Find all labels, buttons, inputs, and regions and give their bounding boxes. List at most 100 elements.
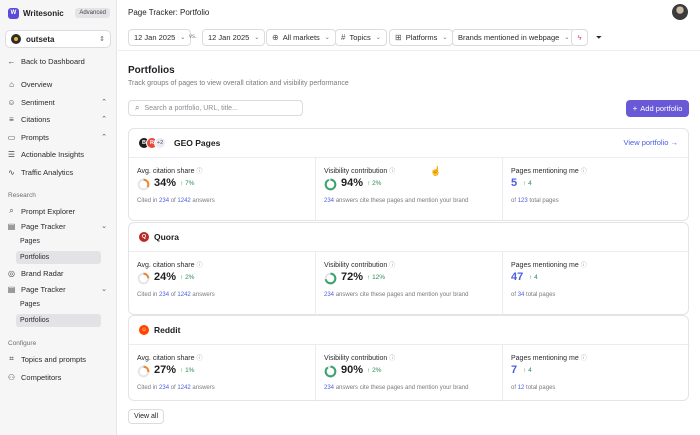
chevron-up-icon: ⌃ — [101, 99, 107, 106]
sidebar-item-page-tracker-2[interactable]: ▤ Page Tracker ⌄ — [5, 282, 111, 296]
globe-icon: ⊕ — [272, 33, 279, 42]
metric-citation-share: Avg. citation share ⓘ 27% ↑ 1% Cited in 2… — [129, 345, 316, 401]
page-subtitle: Track groups of pages to view overall ci… — [128, 80, 349, 87]
metric-delta: ↑ 1% — [180, 367, 195, 374]
reddit-logo-icon: ☺ — [138, 324, 150, 336]
metric-citation-share: Avg. citation share ⓘ 24% ↑ 2% Cited in 2… — [129, 252, 316, 315]
metric-footnote: of 34 total pages — [511, 292, 556, 298]
card-header: ☺ Reddit — [129, 316, 690, 345]
metric-footnote: 234 answers cite these pages and mention… — [324, 292, 469, 298]
plus-icon: + — [632, 104, 638, 113]
sidebar-item-page-tracker[interactable]: ▤ Page Tracker ⌄ — [5, 219, 111, 233]
metric-label: Pages mentioning me ⓘ — [511, 355, 587, 362]
page-title: Portfolios — [128, 65, 175, 76]
metric-value: 27% — [154, 364, 177, 376]
bolt-button[interactable]: ϟ — [571, 29, 588, 46]
sidebar-subitem-portfolios[interactable]: Portfolios — [16, 251, 101, 264]
sidebar-item-citations[interactable]: ≡ Citations ⌃ — [5, 112, 111, 126]
workspace-switcher[interactable]: outseta ⇕ — [5, 30, 111, 48]
chevron-down-icon: ⌄ — [254, 35, 260, 41]
info-icon: ⓘ — [196, 263, 203, 269]
metric-value: 47 — [511, 271, 524, 283]
quora-logo-icon: Q — [138, 231, 150, 243]
sidebar-item-label: Sentiment — [21, 97, 55, 107]
topics-filter[interactable]: # Topics ⌄ — [335, 29, 387, 46]
bolt-icon: ϟ — [577, 33, 582, 42]
sidebar-item-actionable-insights[interactable]: ☰ Actionable Insights — [5, 147, 111, 161]
metric-citation-share: Avg. citation share ⓘ 34% ↑ 7% Cited in 2… — [129, 158, 316, 221]
sidebar-item-topics-and-prompts[interactable]: ⌗ Topics and prompts — [5, 352, 111, 366]
tracker-icon: ▤ — [7, 284, 16, 294]
sidebar-item-label: Traffic Analytics — [21, 167, 74, 177]
portfolio-search-input[interactable]: ⌕ Search a portfolio, URL, title... — [128, 100, 303, 116]
sidebar-subitem-label: Pages — [20, 301, 40, 308]
sidebar-subitem-pages-2[interactable]: Pages — [16, 298, 101, 311]
search-icon: ⌕ — [135, 103, 140, 112]
sidebar-item-overview[interactable]: ⌂ Overview — [5, 77, 111, 91]
sidebar-item-label: Prompts — [21, 132, 49, 142]
sidebar-item-prompts[interactable]: ▭ Prompts ⌃ — [5, 130, 111, 144]
workspace-avatar — [11, 34, 21, 44]
metric-value: 72% — [341, 271, 364, 283]
sidebar-item-sentiment[interactable]: ☺ Sentiment ⌃ — [5, 95, 111, 109]
user-avatar[interactable] — [672, 4, 688, 20]
sidebar-item-competitors[interactable]: ⚇ Competitors — [5, 370, 111, 384]
sidebar-subitem-label: Portfolios — [20, 317, 50, 324]
markets-filter[interactable]: ⊕ All markets ⌄ — [266, 29, 336, 46]
add-portfolio-button[interactable]: + Add portfolio — [626, 100, 689, 117]
sidebar-subitem-label: Portfolios — [20, 254, 50, 261]
view-portfolio-link[interactable]: View portfolio → — [624, 138, 678, 147]
metric-delta: ↑ 2% — [180, 274, 195, 281]
metric-footnote: Cited in 234 of 1242 answers — [137, 198, 215, 204]
date-to-picker[interactable]: 12 Jan 2025 ⌄ — [202, 29, 266, 46]
explorer-icon: ⌕ — [9, 206, 14, 215]
metric-delta: ↑ 12% — [367, 274, 386, 281]
portfolio-card-reddit: ☺ Reddit Avg. citation share ⓘ 27% ↑ 1% C… — [128, 315, 690, 401]
metric-label: Avg. citation share ⓘ — [137, 262, 203, 269]
portfolio-name: GEO Pages — [174, 138, 221, 148]
metric-label: Avg. citation share ⓘ — [137, 355, 203, 362]
sidebar-item-label: Competitors — [21, 372, 62, 382]
search-placeholder: Search a portfolio, URL, title... — [144, 104, 238, 112]
chevron-down-icon: ⌄ — [375, 35, 381, 41]
sidebar-item-label: Page Tracker — [21, 284, 66, 294]
brands-filter[interactable]: Brands mentioned in webpage ⌄ — [452, 29, 576, 46]
view-all-button[interactable]: View all — [128, 409, 164, 424]
metric-delta: ↑ 4 — [529, 274, 538, 281]
metric-footnote: of 123 total pages — [511, 198, 559, 204]
sidebar-subitem-label: Pages — [20, 238, 40, 245]
section-title-configure: Configure — [8, 340, 37, 347]
sidebar-item-label: Page Tracker — [21, 221, 66, 231]
platforms-value: Platforms — [405, 33, 438, 42]
sidebar-item-prompt-explorer[interactable]: ⌕ Prompt Explorer — [5, 204, 111, 218]
info-icon: ⓘ — [196, 356, 203, 362]
sidebar-subitem-portfolios-2[interactable]: Portfolios — [16, 314, 101, 327]
metric-delta: ↑ 2% — [367, 367, 382, 374]
plan-badge: Advanced — [75, 8, 110, 18]
sidebar-subitem-pages[interactable]: Pages — [16, 235, 101, 248]
metric-value: 5 — [511, 177, 518, 189]
chevron-up-icon: ⌃ — [101, 116, 107, 123]
sidebar-item-traffic-analytics[interactable]: ∿ Traffic Analytics — [5, 165, 111, 179]
filter-button[interactable]: ⏷ — [592, 29, 606, 46]
chevron-down-icon: ⌄ — [564, 35, 570, 41]
app-logo-row: W Writesonic Advanced — [8, 6, 110, 20]
view-portfolio-label: View portfolio — [623, 138, 669, 147]
app-name: Writesonic — [23, 8, 64, 18]
back-to-dashboard-link[interactable]: ← Back to Dashboard — [5, 54, 111, 68]
date-from-picker[interactable]: 12 Jan 2025 ⌄ — [128, 29, 192, 46]
info-icon: ⓘ — [580, 169, 587, 175]
sidebar-item-label: Citations — [21, 114, 51, 124]
ring-fill — [324, 365, 337, 378]
visibility-ring-chart — [324, 178, 337, 191]
page-breadcrumb: Page Tracker: Portfolio — [128, 7, 210, 17]
metric-pages-mentioning: Pages mentioning me ⓘ 7 ↑ 4 of 12 total p… — [503, 345, 689, 401]
citation-ring-chart — [137, 365, 150, 378]
platforms-filter[interactable]: ⊞ Platforms ⌄ — [389, 29, 454, 46]
portfolio-name: Reddit — [154, 325, 181, 335]
prompts-icon: ▭ — [7, 132, 16, 142]
tracker-icon: ▤ — [7, 221, 16, 231]
analytics-icon: ∿ — [8, 167, 15, 177]
metric-delta: ↑ 7% — [180, 180, 195, 187]
sidebar-item-brand-radar[interactable]: ◎ Brand Radar — [5, 266, 111, 280]
